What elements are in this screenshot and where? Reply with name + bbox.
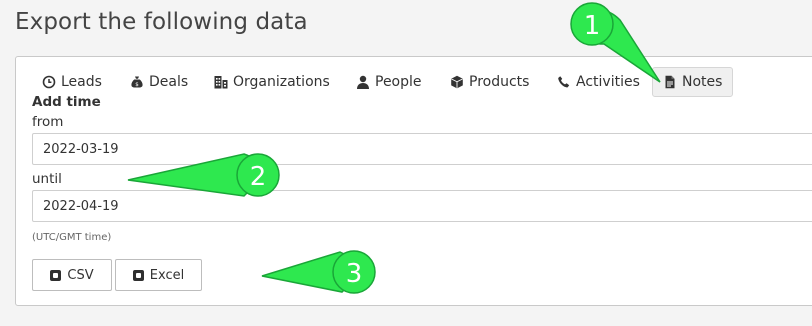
tab-label: Organizations — [233, 74, 330, 90]
document-icon — [663, 75, 677, 89]
tab-label: Products — [469, 74, 530, 90]
tab-people[interactable]: People — [356, 67, 422, 97]
download-icon — [50, 269, 62, 281]
timezone-hint: (UTC/GMT time) — [32, 232, 112, 243]
from-date-input[interactable] — [32, 133, 812, 165]
tab-activities[interactable]: Activities — [557, 67, 640, 97]
export-excel-button[interactable]: Excel — [115, 259, 202, 291]
excel-button-label: Excel — [149, 267, 185, 283]
phone-icon — [557, 75, 571, 89]
download-icon — [132, 269, 144, 281]
clock-icon — [42, 75, 56, 89]
tab-leads[interactable]: Leads — [42, 67, 102, 97]
export-panel: Leads $ Deals Organizations People Produ… — [15, 56, 812, 306]
box-icon — [450, 75, 464, 89]
from-label: from — [32, 114, 64, 130]
tab-label: Deals — [149, 74, 189, 90]
add-time-heading: Add time — [32, 94, 101, 110]
tab-deals[interactable]: $ Deals — [130, 67, 188, 97]
csv-button-label: CSV — [67, 267, 94, 283]
page-title: Export the following data — [15, 9, 308, 35]
person-icon — [356, 75, 370, 89]
tab-organizations[interactable]: Organizations — [214, 67, 330, 97]
until-label: until — [32, 171, 62, 187]
tab-label: Leads — [61, 74, 102, 90]
until-date-input[interactable] — [32, 190, 812, 222]
export-csv-button[interactable]: CSV — [32, 259, 112, 291]
tab-label: People — [375, 74, 422, 90]
tab-products[interactable]: Products — [450, 67, 529, 97]
money-bag-icon: $ — [130, 75, 144, 89]
svg-text:$: $ — [135, 82, 139, 88]
tab-notes[interactable]: Notes — [652, 67, 734, 97]
tab-label: Notes — [682, 74, 723, 90]
export-tabs: Leads $ Deals Organizations People Produ… — [16, 57, 812, 107]
callout-number: 1 — [584, 11, 601, 41]
tab-label: Activities — [576, 74, 640, 90]
building-icon — [214, 75, 228, 89]
